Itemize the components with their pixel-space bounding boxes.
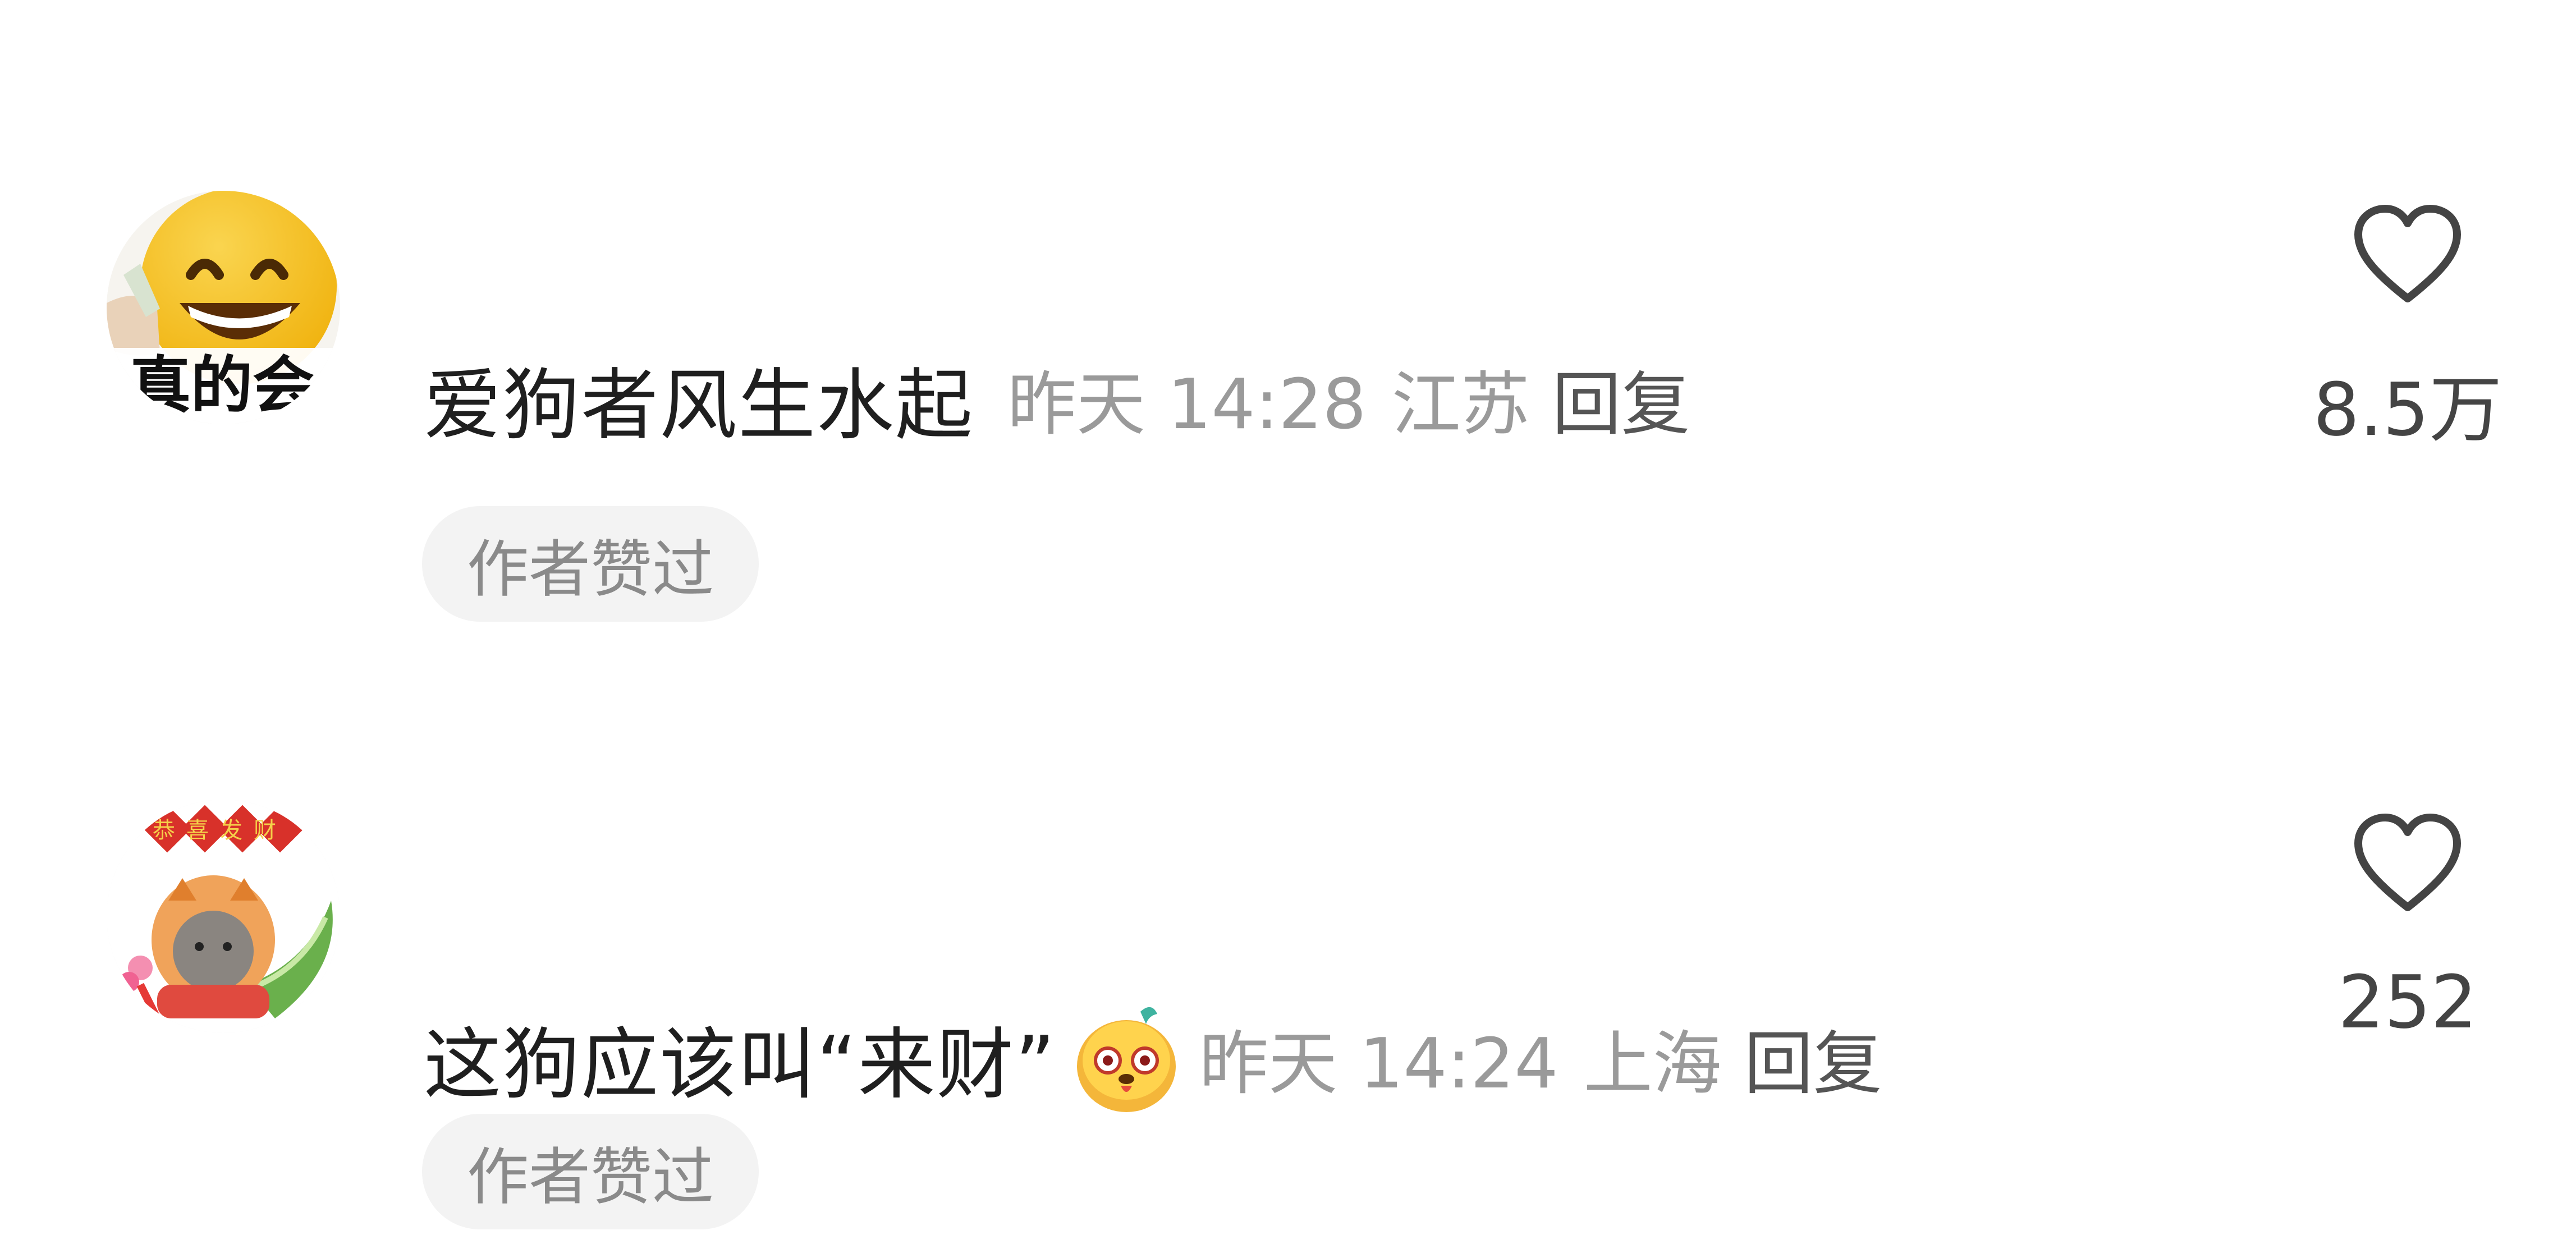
avatar[interactable]: 真的会 [107,191,340,424]
new-year-cat-avatar-image: 恭喜发财 [107,800,340,1033]
comment-item: 真的会 爱狗者风生水起 昨天 14:28 江苏 回复 作者赞过 8.5万 [0,0,2576,673]
comment-time: 昨天 14:28 [1007,365,1367,445]
comment-text[interactable]: 爱狗者风生水起 [424,342,974,454]
reply-button[interactable]: 回复 [1552,348,1690,448]
comment-body: 爱狗者风生水起 昨天 14:28 江苏 回复 [424,342,1690,454]
heart-outline-icon[interactable] [2352,202,2464,306]
comment-body: 这狗应该叫“来财” 昨天 14:24 上海 回复 [424,1002,1882,1114]
heart-outline-icon[interactable] [2352,811,2464,915]
comment-location: 上海 [1583,1024,1722,1104]
author-liked-badge: 作者赞过 [422,1114,759,1229]
reply-button[interactable]: 回复 [1744,1008,1882,1108]
comment-text[interactable]: 这狗应该叫“来财” [424,1002,1056,1114]
avatar[interactable]: 恭喜发财 [107,800,340,1033]
like-count: 252 [2337,959,2478,1045]
grinning-face-avatar-image: 真的会 [107,191,340,424]
comment-item: 恭喜发财 这狗应该叫“来财” 昨天 14:24 上海 回复 作者赞过 252 [0,673,2576,1258]
author-liked-badge: 作者赞过 [422,506,759,622]
like-count: 8.5万 [2313,367,2502,452]
like-button[interactable]: 8.5万 [2279,202,2537,456]
comment-list: 真的会 爱狗者风生水起 昨天 14:28 江苏 回复 作者赞过 8.5万 恭喜发… [0,0,2576,1258]
dog-face-emoji-icon [1073,1002,1180,1114]
avatar-caption: 真的会 [129,350,314,421]
comment-time: 昨天 14:24 [1199,1024,1559,1104]
avatar-caption: 恭喜发财 [153,818,287,843]
comment-location: 江苏 [1391,365,1530,445]
like-button[interactable]: 252 [2279,811,2537,1045]
